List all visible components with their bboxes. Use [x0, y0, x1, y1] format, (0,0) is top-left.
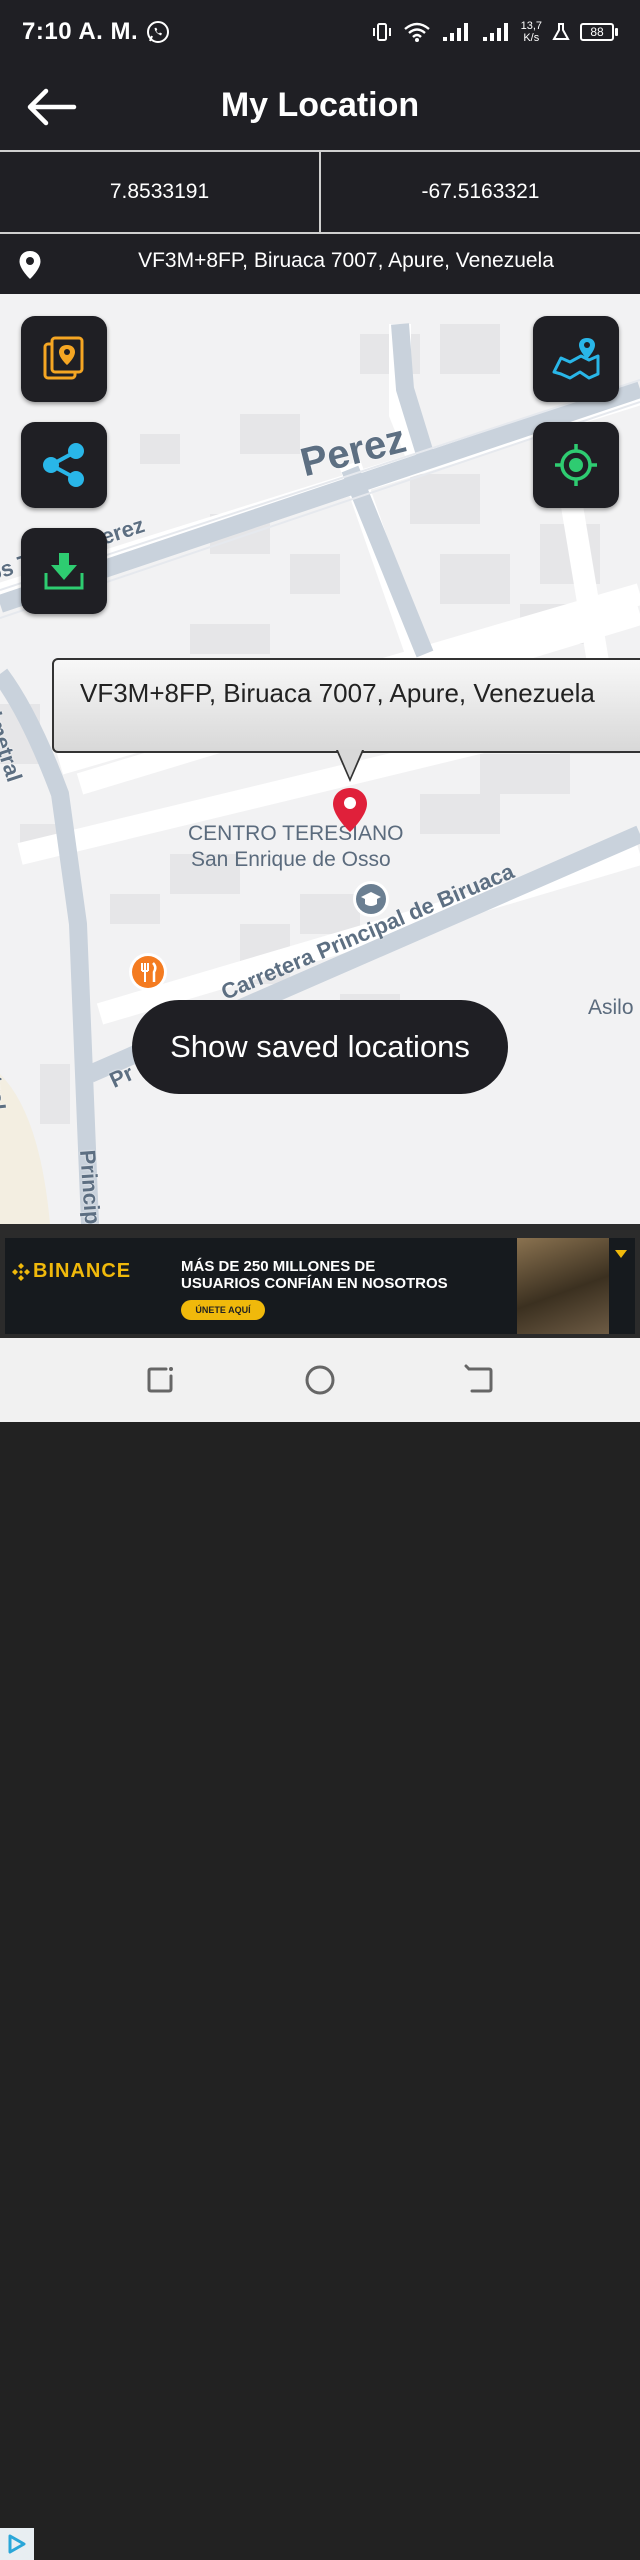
address-text: VF3M+8FP, Biruaca 7007, Apure, Venezuela	[138, 249, 554, 272]
whatsapp-icon	[147, 21, 169, 43]
ad-headline-line2: USUARIOS CONFÍAN EN NOSOTROS	[181, 1275, 448, 1292]
latitude-value: 7.8533191	[0, 152, 321, 232]
toast-message: Show saved locations	[132, 1000, 508, 1094]
battery-icon: 88	[580, 23, 618, 41]
net-speed-value: 13,7	[520, 20, 542, 32]
binance-logo-icon	[12, 1263, 30, 1281]
vibrate-icon	[372, 23, 391, 41]
back-icon[interactable]	[464, 1364, 496, 1396]
battery-level: 88	[580, 23, 614, 41]
status-bar: 7:10 A. M. 13,7 K/s 88	[0, 0, 640, 64]
ad-info-icon[interactable]	[611, 1244, 631, 1264]
status-icons: 13,7 K/s 88	[371, 16, 618, 48]
location-marker-icon[interactable]	[330, 786, 370, 834]
net-speed-unit: K/s	[523, 32, 540, 44]
ad-banner[interactable]: BINANCE MÁS DE 250 MILLONES DE USUARIOS …	[5, 1238, 635, 1334]
ad-headline-line1: MÁS DE 250 MILLONES DE	[181, 1258, 376, 1275]
my-location-icon	[555, 444, 597, 486]
download-icon	[44, 553, 84, 590]
map-view[interactable]: Perez rlos Torres Perez erimetral Av. Pe…	[0, 294, 640, 1224]
ad-image	[517, 1238, 609, 1334]
recent-apps-icon[interactable]	[144, 1364, 176, 1396]
signal-icon	[442, 23, 468, 41]
coordinates-row: 7.8533191 -67.5163321	[0, 150, 640, 234]
saved-locations-icon	[43, 336, 84, 380]
page-title: My Location	[220, 86, 420, 124]
map-icon	[552, 338, 600, 380]
signal-icon	[482, 23, 508, 41]
system-nav-bar	[0, 1338, 640, 1422]
restaurant-icon[interactable]	[126, 952, 170, 996]
ad-cta-button[interactable]: ÚNETE AQUÍ	[181, 1300, 265, 1320]
app-bar: My Location	[0, 64, 640, 150]
saved-locations-button[interactable]	[21, 316, 107, 402]
poi-label-line2: San Enrique de Osso	[191, 848, 391, 871]
longitude-value: -67.5163321	[421, 180, 540, 203]
download-button[interactable]	[21, 528, 107, 614]
address-bar: VF3M+8FP, Biruaca 7007, Apure, Venezuela	[0, 234, 640, 294]
location-pin-icon	[19, 251, 41, 279]
ad-headline: MÁS DE 250 MILLONES DE USUARIOS CONFÍAN …	[181, 1258, 448, 1292]
ad-banner-area: BINANCE MÁS DE 250 MILLONES DE USUARIOS …	[0, 1224, 640, 2560]
my-location-button[interactable]	[533, 422, 619, 508]
callout-text: VF3M+8FP, Biruaca 7007, Apure, Venezuela	[80, 678, 595, 708]
wifi-icon	[403, 22, 430, 42]
net-speed: 13,7 K/s	[521, 20, 542, 44]
status-time: 7:10 A. M.	[22, 18, 139, 45]
poi-label-line1: CENTRO TERESIANO	[188, 822, 404, 845]
share-button[interactable]	[21, 422, 107, 508]
share-icon	[43, 443, 84, 487]
marker-callout[interactable]: VF3M+8FP, Biruaca 7007, Apure, Venezuela	[52, 658, 640, 753]
school-icon[interactable]	[350, 880, 392, 922]
ad-brand: BINANCE	[33, 1260, 132, 1282]
ad-choices-icon[interactable]	[0, 2528, 34, 2560]
flask-icon	[552, 23, 570, 40]
map-type-button[interactable]	[533, 316, 619, 402]
home-icon[interactable]	[304, 1364, 336, 1396]
map-label-asilo: Asilo	[588, 996, 634, 1019]
